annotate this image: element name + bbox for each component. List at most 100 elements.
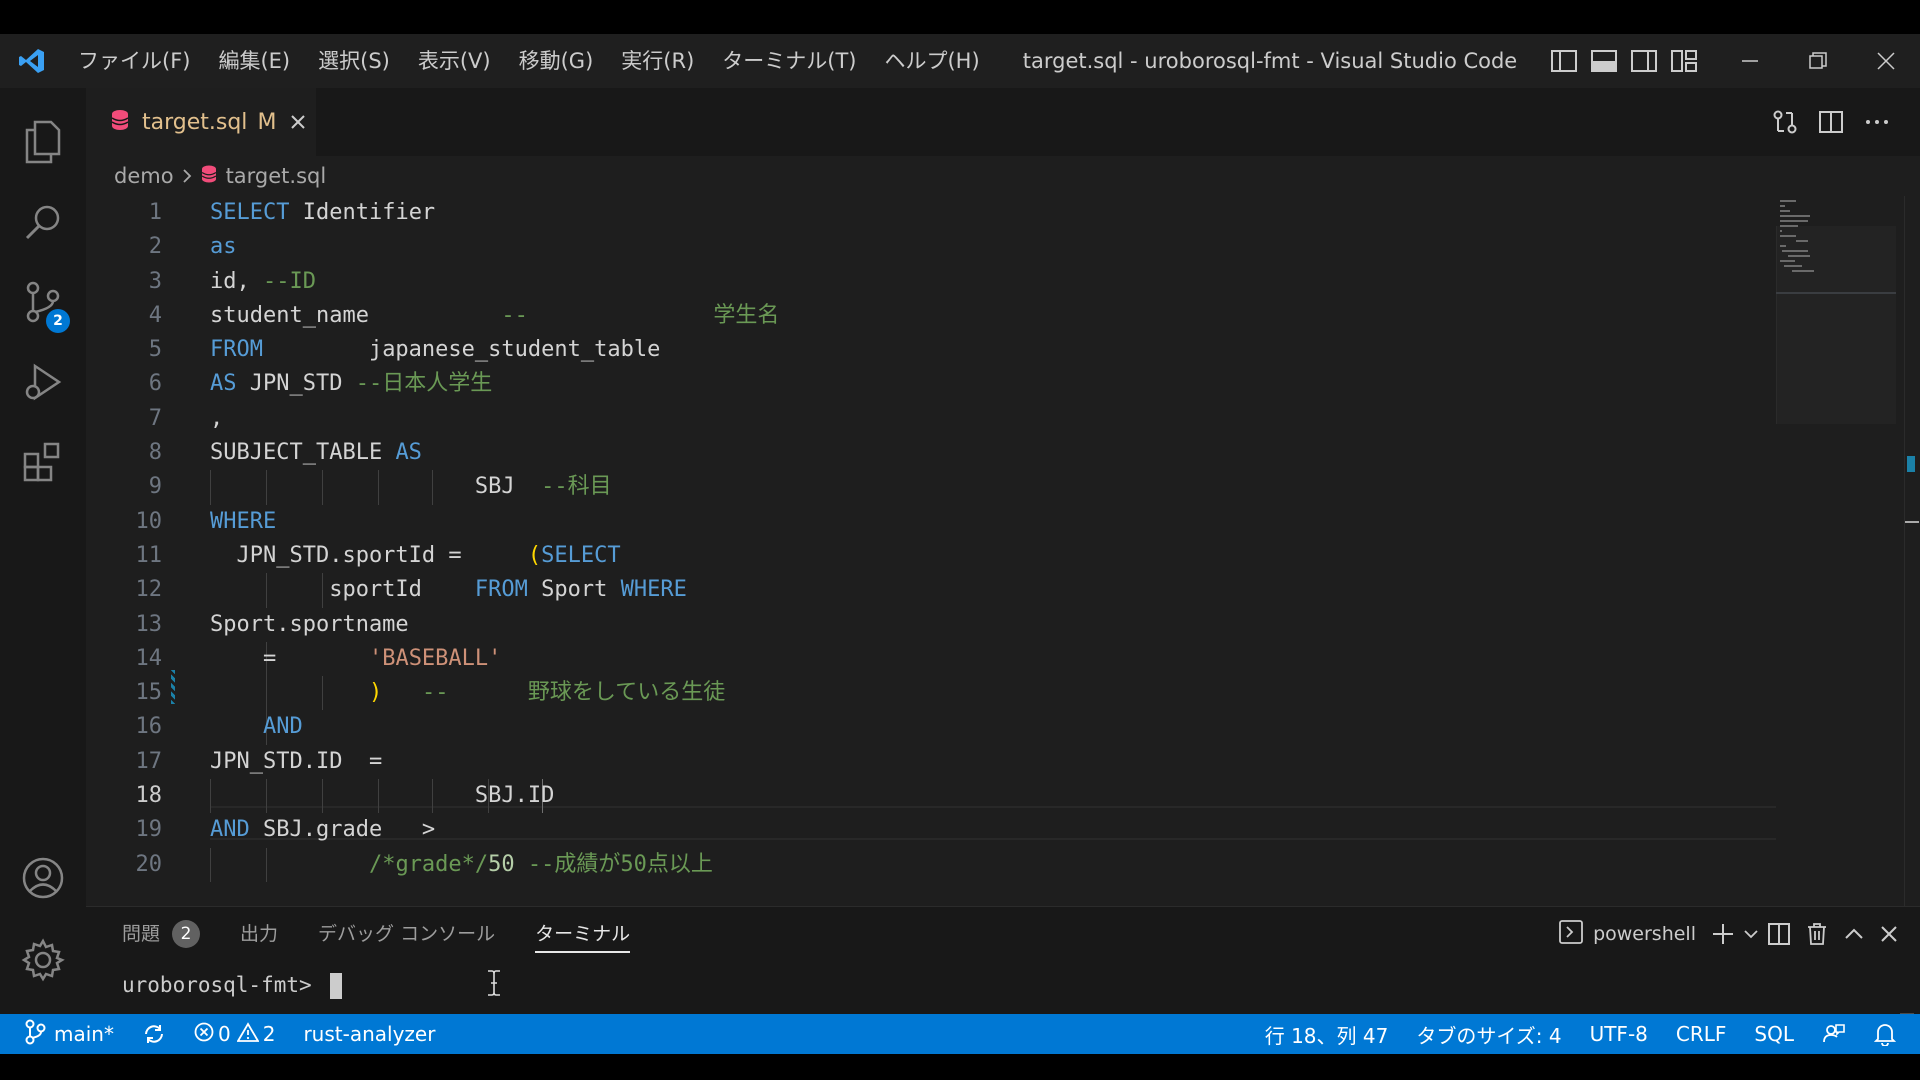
code-line[interactable]: 16 AND	[86, 710, 1776, 745]
terminal[interactable]: uroborosql-fmt>	[122, 961, 1902, 1015]
code-line[interactable]: 5 FROM japanese_student_table	[86, 333, 1776, 367]
window-title: target.sql - uroborosql-fmt - Visual Stu…	[1022, 49, 1518, 73]
split-terminal-icon[interactable]	[1760, 907, 1798, 961]
menu-view[interactable]: 表示(V)	[404, 34, 505, 88]
code-line[interactable]: 10 WHERE	[86, 505, 1776, 539]
code-line[interactable]: 2 as	[86, 230, 1776, 264]
code-lines: 1 SELECT Identifier 2 as 3 id, --ID 4 student_n…	[86, 196, 1776, 882]
code-line[interactable]: 7,	[86, 402, 1776, 436]
mouse-ibeam-icon	[486, 969, 502, 1001]
customize-layout-icon[interactable]	[1664, 34, 1704, 88]
more-actions-icon[interactable]	[1854, 88, 1900, 156]
rust-analyzer-status[interactable]: rust-analyzer	[289, 1014, 449, 1054]
code-token: SELECT	[541, 542, 621, 568]
line-number: 16	[135, 714, 163, 740]
code-line[interactable]: 17 JPN_STD.ID =	[86, 745, 1776, 779]
restore-icon[interactable]	[1784, 34, 1852, 88]
notifications-bell-icon[interactable]	[1860, 1014, 1910, 1054]
code-token: WHERE	[210, 508, 277, 534]
menu-selection[interactable]: 選択(S)	[304, 34, 404, 88]
menu-edit[interactable]: 編集(E)	[204, 34, 304, 88]
encoding[interactable]: UTF-8	[1576, 1014, 1662, 1054]
manage-gear-icon[interactable]	[0, 920, 86, 1000]
minimize-icon[interactable]	[1716, 34, 1784, 88]
language-mode[interactable]: SQL	[1740, 1014, 1808, 1054]
tab-terminal[interactable]: ターミナル	[535, 907, 631, 961]
code-token: FROM	[210, 337, 263, 363]
breadcrumb-file[interactable]: target.sql	[226, 164, 327, 188]
close-tab-icon[interactable]	[290, 114, 306, 130]
code-line[interactable]: 11 JPN_STD.sportId = (SELECT	[86, 539, 1776, 573]
code-line[interactable]: 13 Sport.sportname	[86, 608, 1776, 642]
line-number: 12	[135, 577, 163, 603]
editor-vertical-scrollbar[interactable]	[1904, 196, 1919, 906]
menu-terminal[interactable]: ターミナル(T)	[708, 34, 870, 88]
code-token: id,	[210, 268, 263, 294]
menu-go[interactable]: 移動(G)	[505, 34, 608, 88]
line-number: 13	[135, 611, 163, 637]
menu-bar: ファイル(F) 編集(E) 選択(S) 表示(V) 移動(G) 実行(R) ター…	[64, 34, 994, 88]
minimap[interactable]	[1776, 196, 1906, 906]
problems-status[interactable]: 0 2	[180, 1014, 289, 1054]
code-line[interactable]: 15 ) -- 野球をしている生徒	[86, 676, 1776, 711]
toggle-primary-sidebar-icon[interactable]	[1544, 34, 1584, 88]
code-line[interactable]: 9 SBJ --科目	[86, 470, 1776, 505]
line-content: Sport.sportname	[210, 608, 409, 642]
tab-output[interactable]: 出力	[240, 907, 278, 961]
run-debug-icon[interactable]	[0, 342, 86, 422]
cursor-position[interactable]: 行 18、列 47	[1251, 1014, 1403, 1054]
code-line[interactable]: 3 id, --ID	[86, 265, 1776, 299]
branch-status[interactable]: main*	[0, 1014, 128, 1054]
activity-bar: 2	[0, 88, 86, 1014]
code-line[interactable]: 18 SBJ.ID	[86, 779, 1776, 814]
database-file-icon	[110, 109, 130, 135]
line-number: 6	[148, 371, 162, 397]
code-line[interactable]: 20 /*grade*/50 --成績が50点以上	[86, 847, 1776, 882]
tab-size[interactable]: タブのサイズ: 4	[1402, 1014, 1575, 1054]
chevron-up-icon[interactable]	[1836, 907, 1872, 961]
tab-target-sql[interactable]: target.sql M	[86, 88, 316, 156]
git-branch-icon	[24, 1019, 46, 1050]
code-token: =	[210, 645, 369, 671]
menu-help[interactable]: ヘルプ(H)	[870, 34, 993, 88]
line-number: 17	[135, 748, 163, 774]
breadcrumb-folder[interactable]: demo	[114, 164, 174, 188]
source-control-icon[interactable]: 2	[0, 262, 86, 342]
code-editor[interactable]: 1 SELECT Identifier 2 as 3 id, --ID 4 student_n…	[86, 196, 1920, 906]
extensions-icon[interactable]	[0, 422, 86, 502]
code-line[interactable]: 6 AS JPN_STD --日本人学生	[86, 367, 1776, 401]
branch-name: main*	[54, 1022, 114, 1046]
close-panel-icon[interactable]	[1872, 907, 1906, 961]
code-line[interactable]: 4 student_name -- 学生名	[86, 299, 1776, 333]
accounts-icon[interactable]	[0, 838, 86, 918]
code-token: Sport	[527, 577, 621, 603]
new-terminal-plus-icon[interactable]	[1704, 907, 1742, 961]
code-line[interactable]: 19 AND SBJ.grade >	[86, 813, 1776, 847]
line-number: 15	[135, 680, 163, 706]
search-icon[interactable]	[0, 182, 86, 262]
code-line[interactable]: 12 sportId FROM Sport WHERE	[86, 573, 1776, 608]
code-token: (	[527, 542, 542, 568]
problems-count-badge: 2	[172, 920, 201, 948]
chevron-down-icon[interactable]	[1742, 907, 1760, 961]
code-line[interactable]: 1 SELECT Identifier	[86, 196, 1776, 230]
split-editor-icon[interactable]	[1808, 88, 1854, 156]
code-line[interactable]: 8 SUBJECT_TABLE AS	[86, 436, 1776, 470]
end-of-line[interactable]: CRLF	[1662, 1014, 1741, 1054]
close-window-icon[interactable]	[1852, 34, 1920, 88]
terminal-shell-selector[interactable]: powershell	[1551, 907, 1704, 961]
explorer-icon[interactable]	[0, 102, 86, 182]
code-line[interactable]: 14 = 'BASEBALL'	[86, 641, 1776, 677]
tab-problems[interactable]: 問題 2	[122, 907, 201, 961]
sync-icon[interactable]	[128, 1014, 180, 1054]
toggle-secondary-sidebar-icon[interactable]	[1624, 34, 1664, 88]
toggle-panel-icon[interactable]	[1584, 34, 1624, 88]
code-token: AND	[262, 714, 303, 740]
menu-file[interactable]: ファイル(F)	[64, 34, 204, 88]
feedback-icon[interactable]	[1808, 1014, 1860, 1054]
trash-icon[interactable]	[1798, 907, 1836, 961]
tab-debug-console[interactable]: デバッグ コンソール	[318, 907, 495, 961]
open-changes-icon[interactable]	[1762, 88, 1808, 156]
menu-run[interactable]: 実行(R)	[607, 34, 708, 88]
